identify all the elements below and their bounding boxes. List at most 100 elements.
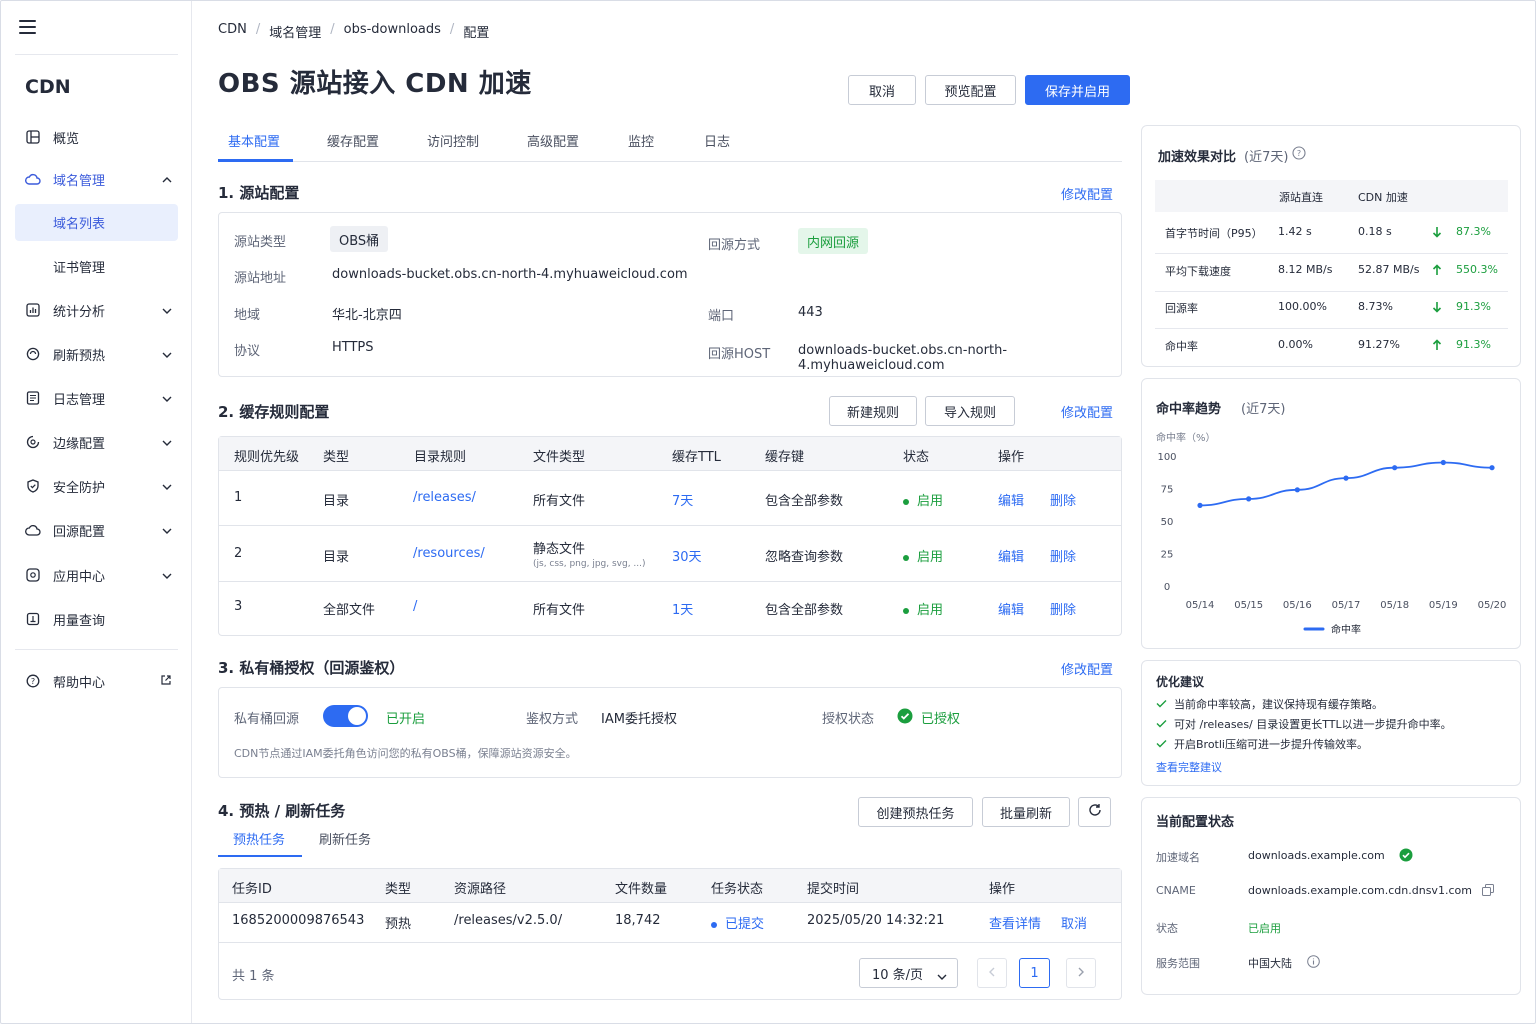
edit-auth-link[interactable]: 修改配置 xyxy=(1061,659,1113,678)
tip-item: 可对 /releases/ 目录设置更长TTL以进一步提升命中率。 xyxy=(1156,716,1452,732)
view-all-tips-link[interactable]: 查看完整建议 xyxy=(1156,759,1222,775)
chevron-up-icon xyxy=(162,173,172,188)
auth-method: IAM委托授权 xyxy=(601,712,677,727)
field-label: 回源HOST xyxy=(708,347,771,362)
cell: 3 xyxy=(234,599,243,614)
private-bucket-toggle[interactable] xyxy=(323,705,368,727)
usage-icon xyxy=(25,611,41,627)
subtab-refresh[interactable]: 刷新任务 xyxy=(319,829,371,848)
cell: 所有文件 xyxy=(533,603,586,618)
view-details-button[interactable]: 查看详情 xyxy=(989,913,1041,932)
cdn-value: 0.18 s xyxy=(1358,225,1392,238)
sidebar-item-usage[interactable]: 用量查询 xyxy=(15,601,178,637)
page-number-button[interactable]: 1 xyxy=(1019,958,1050,988)
edit-button[interactable]: 编辑 xyxy=(998,546,1024,565)
cell: 18,742 xyxy=(615,913,661,928)
card-title: 加速效果对比 xyxy=(1158,150,1237,165)
breadcrumb-item[interactable]: 域名管理 xyxy=(269,22,321,41)
origin-value: 1.42 s xyxy=(1278,225,1312,238)
breadcrumb-item[interactable]: obs-downloads xyxy=(344,22,441,41)
sidebar-item-label: 安全防护 xyxy=(53,480,106,496)
origin-mode-tag: 内网回源 xyxy=(798,228,869,254)
origin-host: downloads-bucket.obs.cn-north-4.myhuawei… xyxy=(798,343,1008,373)
sidebar-item-certificates[interactable]: 证书管理 xyxy=(15,248,178,284)
improvement-value: 87.3% xyxy=(1456,225,1491,238)
refresh-icon xyxy=(25,346,41,362)
delete-button[interactable]: 删除 xyxy=(1050,490,1076,509)
sidebar-item-apps[interactable]: 应用中心 xyxy=(15,557,178,593)
shield-icon xyxy=(25,478,41,494)
sidebar-item-analytics[interactable]: 统计分析 xyxy=(15,292,178,328)
sidebar-item-domains[interactable]: 域名管理 xyxy=(15,161,178,197)
divider xyxy=(219,942,1121,943)
breadcrumb-item[interactable]: CDN xyxy=(218,22,247,41)
sidebar-item-help[interactable]: ? 帮助中心 xyxy=(15,663,178,699)
dir-rule-link[interactable]: / xyxy=(413,599,417,614)
origin-value: 0.00% xyxy=(1278,337,1313,351)
dir-rule-link[interactable]: /releases/ xyxy=(413,490,476,505)
sidebar-item-overview[interactable]: 概览 xyxy=(15,119,178,155)
tab-logs[interactable]: 日志 xyxy=(704,131,730,150)
cancel-task-button[interactable]: 取消 xyxy=(1061,913,1087,932)
auth-note: CDN节点通过IAM委托角色访问您的私有OBS桶，保障源站资源安全。 xyxy=(234,747,577,760)
legend-label: 命中率 xyxy=(1331,623,1361,636)
delete-button[interactable]: 删除 xyxy=(1050,546,1076,565)
page-size-select[interactable]: 10 条/页 xyxy=(859,958,958,988)
sidebar-item-domain-list[interactable]: 域名列表 xyxy=(15,204,178,241)
reload-button[interactable] xyxy=(1078,797,1111,827)
batch-refresh-button[interactable]: 批量刷新 xyxy=(982,797,1070,827)
section-title: 1. 源站配置 xyxy=(218,184,300,202)
chevron-down-icon xyxy=(937,970,947,985)
sidebar-item-edge[interactable]: 边缘配置 xyxy=(15,424,178,460)
column-header: 操作 xyxy=(989,882,1016,897)
cancel-button[interactable]: 取消 xyxy=(848,75,916,105)
tab-access[interactable]: 访问控制 xyxy=(427,131,479,150)
status-badge: 启用 xyxy=(903,546,943,565)
x-tick-label: 05/20 xyxy=(1478,600,1507,611)
edit-button[interactable]: 编辑 xyxy=(998,490,1024,509)
help-icon[interactable]: ? xyxy=(1292,146,1306,163)
tab-cache[interactable]: 缓存配置 xyxy=(327,131,379,150)
sidebar-item-logs[interactable]: 日志管理 xyxy=(15,380,178,416)
info-icon[interactable] xyxy=(1307,955,1320,971)
tab-advanced[interactable]: 高级配置 xyxy=(527,131,579,150)
line-chart: 0 25 50 75 100 05/14 05/15 05/16 05/17 05/18 05/19… xyxy=(1157,452,1507,636)
section-title: 3. 私有桶授权（回源鉴权） xyxy=(218,659,405,677)
y-tick-label: 25 xyxy=(1161,550,1174,561)
sidebar-item-origin[interactable]: 回源配置 xyxy=(15,512,178,548)
check-icon xyxy=(1156,740,1167,748)
cdn-value: 52.87 MB/s xyxy=(1358,262,1420,276)
tab-basic[interactable]: 基本配置 xyxy=(228,131,280,150)
chevron-down-icon xyxy=(162,480,172,495)
column-header: 任务ID xyxy=(232,882,272,897)
import-rule-button[interactable]: 导入规则 xyxy=(925,396,1015,426)
edit-button[interactable]: 编辑 xyxy=(998,599,1024,618)
metric-label: 命中率 xyxy=(1165,339,1198,353)
menu-icon[interactable] xyxy=(19,20,36,34)
new-rule-button[interactable]: 新建规则 xyxy=(829,396,917,426)
origin-port: 443 xyxy=(798,305,823,320)
delete-button[interactable]: 删除 xyxy=(1050,599,1076,618)
status-badge: 启用 xyxy=(903,490,943,509)
edit-origin-link[interactable]: 修改配置 xyxy=(1061,184,1113,203)
x-tick-label: 05/14 xyxy=(1186,600,1215,611)
sidebar-item-security[interactable]: 安全防护 xyxy=(15,468,178,504)
next-page-button[interactable] xyxy=(1066,958,1096,988)
sidebar-item-refresh[interactable]: 刷新预热 xyxy=(15,336,178,372)
tab-monitor[interactable]: 监控 xyxy=(628,131,654,150)
origin-protocol: HTTPS xyxy=(332,340,374,355)
prev-page-button[interactable] xyxy=(977,958,1007,988)
toggle-state: 已开启 xyxy=(386,712,426,727)
dir-rule-link[interactable]: /resources/ xyxy=(413,546,485,561)
edit-cache-link[interactable]: 修改配置 xyxy=(1061,402,1113,421)
sidebar-item-label: 边缘配置 xyxy=(53,436,106,452)
copy-icon[interactable] xyxy=(1482,884,1494,899)
column-header: 资源路径 xyxy=(454,882,507,897)
preview-button[interactable]: 预览配置 xyxy=(925,75,1016,105)
subtab-preheat[interactable]: 预热任务 xyxy=(233,829,285,848)
x-tick-label: 05/16 xyxy=(1283,600,1312,611)
field-label: 私有桶回源 xyxy=(234,712,300,727)
create-preheat-button[interactable]: 创建预热任务 xyxy=(858,797,973,827)
divider xyxy=(219,581,1121,582)
save-enable-button[interactable]: 保存并启用 xyxy=(1025,75,1130,105)
